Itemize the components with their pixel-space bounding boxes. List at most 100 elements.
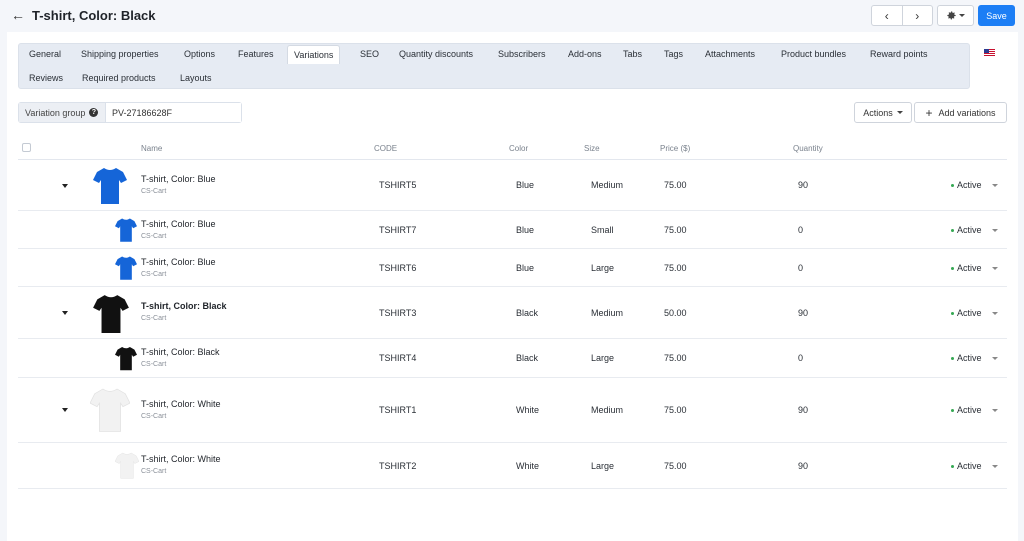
caret-down-icon[interactable]	[62, 184, 68, 188]
price-cell[interactable]: 75.00	[664, 180, 687, 190]
quantity-cell[interactable]: 90	[798, 180, 808, 190]
tshirt-black-thumbnail[interactable]	[115, 345, 137, 371]
column-code[interactable]: CODE	[374, 144, 397, 153]
us-flag-icon[interactable]	[984, 49, 995, 56]
product-name-link[interactable]: T-shirt, Color: Blue	[141, 174, 216, 184]
column-quantity[interactable]: Quantity	[793, 144, 823, 153]
tshirt-blue-thumbnail[interactable]	[93, 166, 127, 204]
product-name-link[interactable]: T-shirt, Color: White	[141, 399, 221, 409]
back-arrow-icon[interactable]: ←	[11, 7, 25, 23]
table-row[interactable]: T-shirt, Color: White CS-Cart TSHIRT2 Wh…	[18, 443, 1007, 489]
tshirt-white-thumbnail[interactable]	[90, 386, 130, 432]
price-cell[interactable]: 75.00	[664, 461, 687, 471]
price-cell[interactable]: 75.00	[664, 353, 687, 363]
color-cell: Blue	[516, 263, 535, 273]
tshirt-black-thumbnail[interactable]	[93, 293, 129, 333]
vendor-label: CS-Cart	[141, 468, 167, 475]
quantity-cell[interactable]: 90	[798, 405, 808, 415]
column-size[interactable]: Size	[584, 144, 600, 153]
column-color[interactable]: Color	[509, 144, 528, 153]
product-name-link[interactable]: T-shirt, Color: Blue	[141, 257, 216, 267]
tshirt-white-thumbnail[interactable]	[115, 451, 139, 479]
product-name-link[interactable]: T-shirt, Color: Black	[141, 301, 227, 311]
tab-tabs[interactable]: Tabs	[617, 45, 648, 64]
color-cell: Blue	[516, 180, 535, 190]
caret-down-icon[interactable]	[62, 408, 68, 412]
tab-reward-points[interactable]: Reward points	[864, 45, 934, 64]
code-cell: TSHIRT1	[379, 405, 417, 415]
tshirt-blue-thumbnail[interactable]	[115, 217, 137, 242]
quantity-cell[interactable]: 0	[798, 263, 803, 273]
table-row[interactable]: T-shirt, Color: Blue CS-Cart TSHIRT6 Blu…	[18, 249, 1007, 287]
status-dropdown[interactable]: Active	[951, 263, 998, 273]
table-row[interactable]: T-shirt, Color: White CS-Cart TSHIRT1 Wh…	[18, 378, 1007, 443]
code-cell: TSHIRT2	[379, 461, 417, 471]
next-product-button[interactable]: ›	[901, 6, 933, 25]
product-name-link[interactable]: T-shirt, Color: White	[141, 454, 221, 464]
status-dropdown[interactable]: Active	[951, 180, 998, 190]
column-price[interactable]: Price ($)	[660, 144, 690, 153]
settings-button[interactable]	[937, 5, 974, 26]
plus-icon: +	[925, 105, 933, 120]
prev-product-button[interactable]: ‹	[872, 6, 902, 25]
table-row[interactable]: T-shirt, Color: Black CS-Cart TSHIRT3 Bl…	[18, 287, 1007, 339]
column-name[interactable]: Name	[141, 144, 162, 153]
code-cell: TSHIRT3	[379, 308, 417, 318]
code-cell: TSHIRT7	[379, 225, 417, 235]
vendor-label: CS-Cart	[141, 271, 167, 278]
tab-general[interactable]: General	[23, 45, 67, 64]
product-name-link[interactable]: T-shirt, Color: Black	[141, 347, 220, 357]
table-row[interactable]: T-shirt, Color: Blue CS-Cart TSHIRT7 Blu…	[18, 211, 1007, 249]
top-bar: ← T-shirt, Color: Black ‹ › Save	[0, 0, 1024, 32]
variation-group-field: Variation group ? PV-27186628F	[18, 102, 242, 123]
status-dropdown[interactable]: Active	[951, 353, 998, 363]
quantity-cell[interactable]: 90	[798, 308, 808, 318]
page-title: T-shirt, Color: Black	[32, 8, 156, 23]
chevron-down-icon	[991, 183, 998, 187]
quantity-cell[interactable]: 0	[798, 225, 803, 235]
save-button[interactable]: Save	[978, 5, 1015, 26]
tab-quantity-discounts[interactable]: Quantity discounts	[393, 45, 479, 64]
tab-options[interactable]: Options	[178, 45, 221, 64]
tshirt-blue-thumbnail[interactable]	[115, 255, 137, 280]
quantity-cell[interactable]: 90	[798, 461, 808, 471]
tab-reviews[interactable]: Reviews	[23, 69, 69, 88]
tab-layouts[interactable]: Layouts	[174, 69, 218, 88]
tab-add-ons[interactable]: Add-ons	[562, 45, 608, 64]
tab-required-products[interactable]: Required products	[76, 69, 162, 88]
actions-button[interactable]: Actions	[854, 102, 912, 123]
price-cell[interactable]: 75.00	[664, 405, 687, 415]
variation-group-label: Variation group ?	[19, 103, 106, 122]
status-dropdown[interactable]: Active	[951, 405, 998, 415]
tab-product-bundles[interactable]: Product bundles	[775, 45, 852, 64]
gear-icon	[947, 11, 956, 20]
status-dropdown[interactable]: Active	[951, 308, 998, 318]
caret-down-icon[interactable]	[62, 311, 68, 315]
tab-attachments[interactable]: Attachments	[699, 45, 761, 64]
size-cell: Medium	[591, 308, 624, 318]
variation-group-value[interactable]: PV-27186628F	[106, 103, 241, 122]
tab-subscribers[interactable]: Subscribers	[492, 45, 552, 64]
table-header: Name CODE Color Size Price ($) Quantity	[18, 138, 1007, 160]
status-dropdown[interactable]: Active	[951, 225, 998, 235]
table-row[interactable]: T-shirt, Color: Blue CS-Cart TSHIRT5 Blu…	[18, 160, 1007, 211]
tab-tags[interactable]: Tags	[658, 45, 689, 64]
tab-features[interactable]: Features	[232, 45, 280, 64]
status-dot-icon	[951, 228, 954, 232]
product-name-link[interactable]: T-shirt, Color: Blue	[141, 219, 216, 229]
help-icon[interactable]: ?	[89, 108, 99, 117]
status-dot-icon	[951, 266, 954, 270]
price-cell[interactable]: 75.00	[664, 225, 687, 235]
quantity-cell[interactable]: 0	[798, 353, 803, 363]
price-cell[interactable]: 50.00	[664, 308, 687, 318]
tab-variations[interactable]: Variations	[287, 45, 341, 64]
select-all-checkbox[interactable]	[22, 143, 31, 152]
price-cell[interactable]: 75.00	[664, 263, 687, 273]
vendor-label: CS-Cart	[141, 233, 167, 240]
size-cell: Medium	[591, 405, 624, 415]
table-row[interactable]: T-shirt, Color: Black CS-Cart TSHIRT4 Bl…	[18, 339, 1007, 378]
status-dropdown[interactable]: Active	[951, 461, 998, 471]
tab-shipping-properties[interactable]: Shipping properties	[75, 45, 165, 64]
add-variations-button[interactable]: + Add variations	[914, 102, 1007, 123]
tab-seo[interactable]: SEO	[354, 45, 385, 64]
